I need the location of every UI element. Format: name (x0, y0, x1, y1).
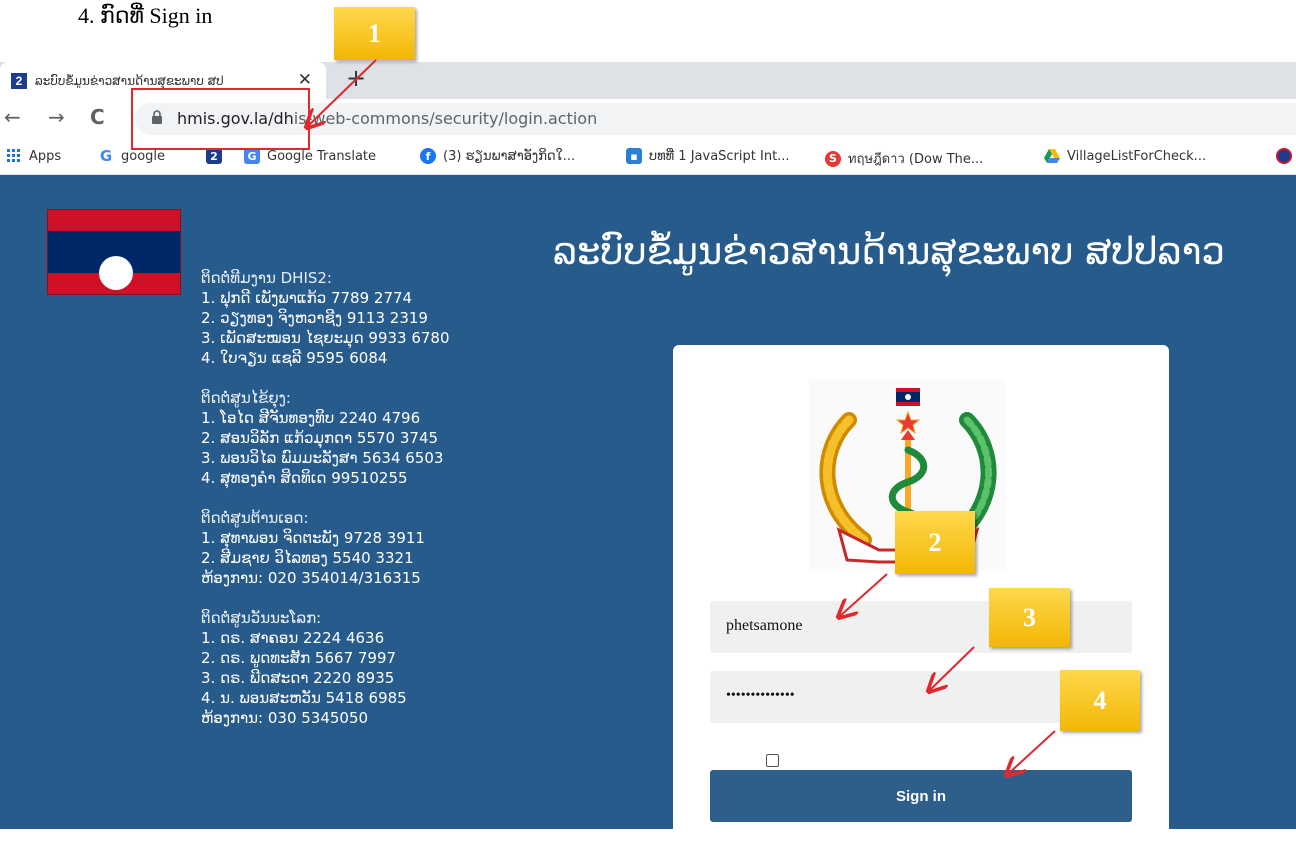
si-icon: S (825, 150, 841, 167)
contact-heading: ຕິດຕໍ່ທີມງານ DHIS2: (201, 269, 332, 287)
bookmark-label: VillageListForCheck... (1067, 148, 1207, 164)
contact-line: 3. ເພັດສະໝອນ ໄຊຍະມຸດ 9933 6780 (201, 329, 450, 347)
flag-blue-band (48, 231, 180, 290)
dhis2-icon: 2 (206, 148, 222, 164)
facebook-icon: f (420, 148, 436, 164)
bookmark-javascript[interactable]: ▪ ບທທີ່ 1 JavaScript Int... (626, 148, 790, 164)
bookmark-google-translate[interactable]: G Google Translate (244, 148, 376, 164)
contact-line: 2. ສອນວິລັກ ແກ້ວມຸກດາ 5570 3745 (201, 429, 439, 447)
contact-line: 1. ສຸທາພອນ ຈິດຕະພັງ 9728 3911 (201, 529, 425, 547)
contact-line: ຫ້ອງການ: 030 5345050 (201, 709, 369, 727)
instruction-caption: 4. ກົດທີ່ Sign in (78, 3, 213, 28)
contact-group-tb: ຕິດຕໍ່ສູນວັນນະໂລກ: 1. ດຣ. ສາຄອນ 2224 463… (201, 608, 450, 728)
bookmark-label: Apps (29, 148, 62, 164)
bookmark-label: ບທທີ່ 1 JavaScript Int... (649, 148, 790, 164)
bookmark-village-list[interactable]: VillageListForCheck... (1044, 148, 1206, 164)
contact-group-malaria: ຕິດຕໍ່ສູນໄຂ້ຍຸງ: 1. ໂອໄດ ສີຈັນທອງທິບ 224… (201, 388, 450, 488)
bookmark-facebook[interactable]: f (3) ຮຽນພາສາອັງກິດໃ... (420, 148, 575, 164)
contact-list: ຕິດຕໍ່ທີມງານ DHIS2: 1. ຟຸກດີ ເພັງພາແກ້ວ … (201, 268, 450, 748)
back-button[interactable]: ← (4, 105, 21, 129)
bookmark-overflow[interactable] (1276, 148, 1296, 164)
contact-line: 3. ດຣ. ພີດສະດາ 2220 8935 (201, 669, 395, 687)
remember-me-checkbox[interactable] (766, 754, 779, 767)
bookmark-dhis2[interactable]: 2 (206, 148, 229, 164)
contact-group-aids: ຕິດຕໍ່ສູນຕ້ານເອດ: 1. ສຸທາພອນ ຈິດຕະພັງ 97… (201, 508, 450, 588)
contact-line: 2. ສີມຊາຍ ວິໄລທອງ 5540 3321 (201, 549, 414, 567)
google-translate-icon: G (244, 148, 260, 164)
sign-in-button[interactable]: Sign in (710, 770, 1132, 822)
laos-flag (47, 209, 181, 295)
forward-button[interactable]: → (48, 105, 65, 129)
laos-flag-icon (1276, 148, 1292, 164)
url-path: is-web-commons/security/login.action (293, 109, 598, 128)
bookmark-label: Google Translate (267, 148, 377, 164)
site-icon: ▪ (626, 148, 642, 164)
contact-heading: ຕິດຕໍ່ສູນວັນນະໂລກ: (201, 609, 322, 627)
google-icon: G (99, 147, 113, 165)
page-title: ລະບົບຂໍ້ມູນຂ່າວສານດ້ານສຸຂະພາບ ສປປລາວ (553, 230, 1225, 273)
reload-button[interactable]: C (90, 105, 105, 129)
login-card: phetsamone •••••••••••••• Sign in (673, 345, 1169, 845)
contact-heading: ຕິດຕໍ່ສູນໄຂ້ຍຸງ: (201, 389, 291, 407)
tab-title: ລະບົບຂໍ້ມູນຂ່າວສານດ້ານສຸຂະພາບ ສປ (35, 73, 224, 88)
new-tab-button[interactable]: + (346, 64, 366, 92)
step-badge-3: 3 (989, 588, 1070, 647)
contact-line: 1. ໂອໄດ ສີຈັນທອງທິບ 2240 4796 (201, 409, 421, 427)
contact-heading: ຕິດຕໍ່ສູນຕ້ານເອດ: (201, 509, 309, 527)
contact-line: 4. ສຸທອງຄຳ ສິດທິເດ 99510255 (201, 469, 408, 487)
step-badge-2: 2 (895, 511, 975, 574)
url-highlight-box (131, 88, 310, 150)
contact-line: 4. ໃບຈຽນ ແຊລີ 9595 6084 (201, 349, 388, 367)
flag-moon (99, 256, 133, 290)
contact-line: 4. ນ. ພອນສະຫວັນ 5418 6985 (201, 689, 407, 707)
password-value: •••••••••••••• (726, 688, 795, 703)
bookmark-label: (3) ຮຽນພາສາອັງກິດໃ... (443, 148, 576, 164)
bookmark-google[interactable]: G google (98, 147, 166, 165)
contact-line: ຫ້ອງການ: 020 354014/316315 (201, 569, 421, 587)
username-value: phetsamone (726, 617, 803, 634)
tab-favicon-icon: 2 (11, 72, 27, 89)
contact-line: 2. ດຣ. ພູດທະສັກ 5667 7997 (201, 649, 397, 667)
bookmark-dow-theory[interactable]: S ทฤษฎีดาว (Dow The... (825, 148, 983, 169)
bookmark-label: ทฤษฎีดาว (Dow The... (848, 152, 984, 167)
step-badge-4: 4 (1060, 670, 1140, 731)
bookmark-label: google (121, 148, 166, 164)
google-drive-icon (1044, 148, 1060, 164)
bookmark-apps[interactable]: Apps (6, 148, 61, 164)
tab-close-icon[interactable]: ✕ (298, 70, 312, 90)
contact-line: 1. ດຣ. ສາຄອນ 2224 4636 (201, 629, 385, 647)
contact-line: 1. ຟຸກດີ ເພັງພາແກ້ວ 7789 2774 (201, 289, 413, 307)
apps-grid-icon (6, 148, 22, 164)
contact-group-dhis2: ຕິດຕໍ່ທີມງານ DHIS2: 1. ຟຸກດີ ເພັງພາແກ້ວ … (201, 268, 450, 368)
contact-line: 3. ພອນວິໄລ ພົມມະລັງສາ 5634 6503 (201, 449, 444, 467)
step-badge-1: 1 (334, 7, 415, 60)
contact-line: 2. ວຽງທອງ ຈິງຫວາຊີງ 9113 2319 (201, 309, 428, 327)
